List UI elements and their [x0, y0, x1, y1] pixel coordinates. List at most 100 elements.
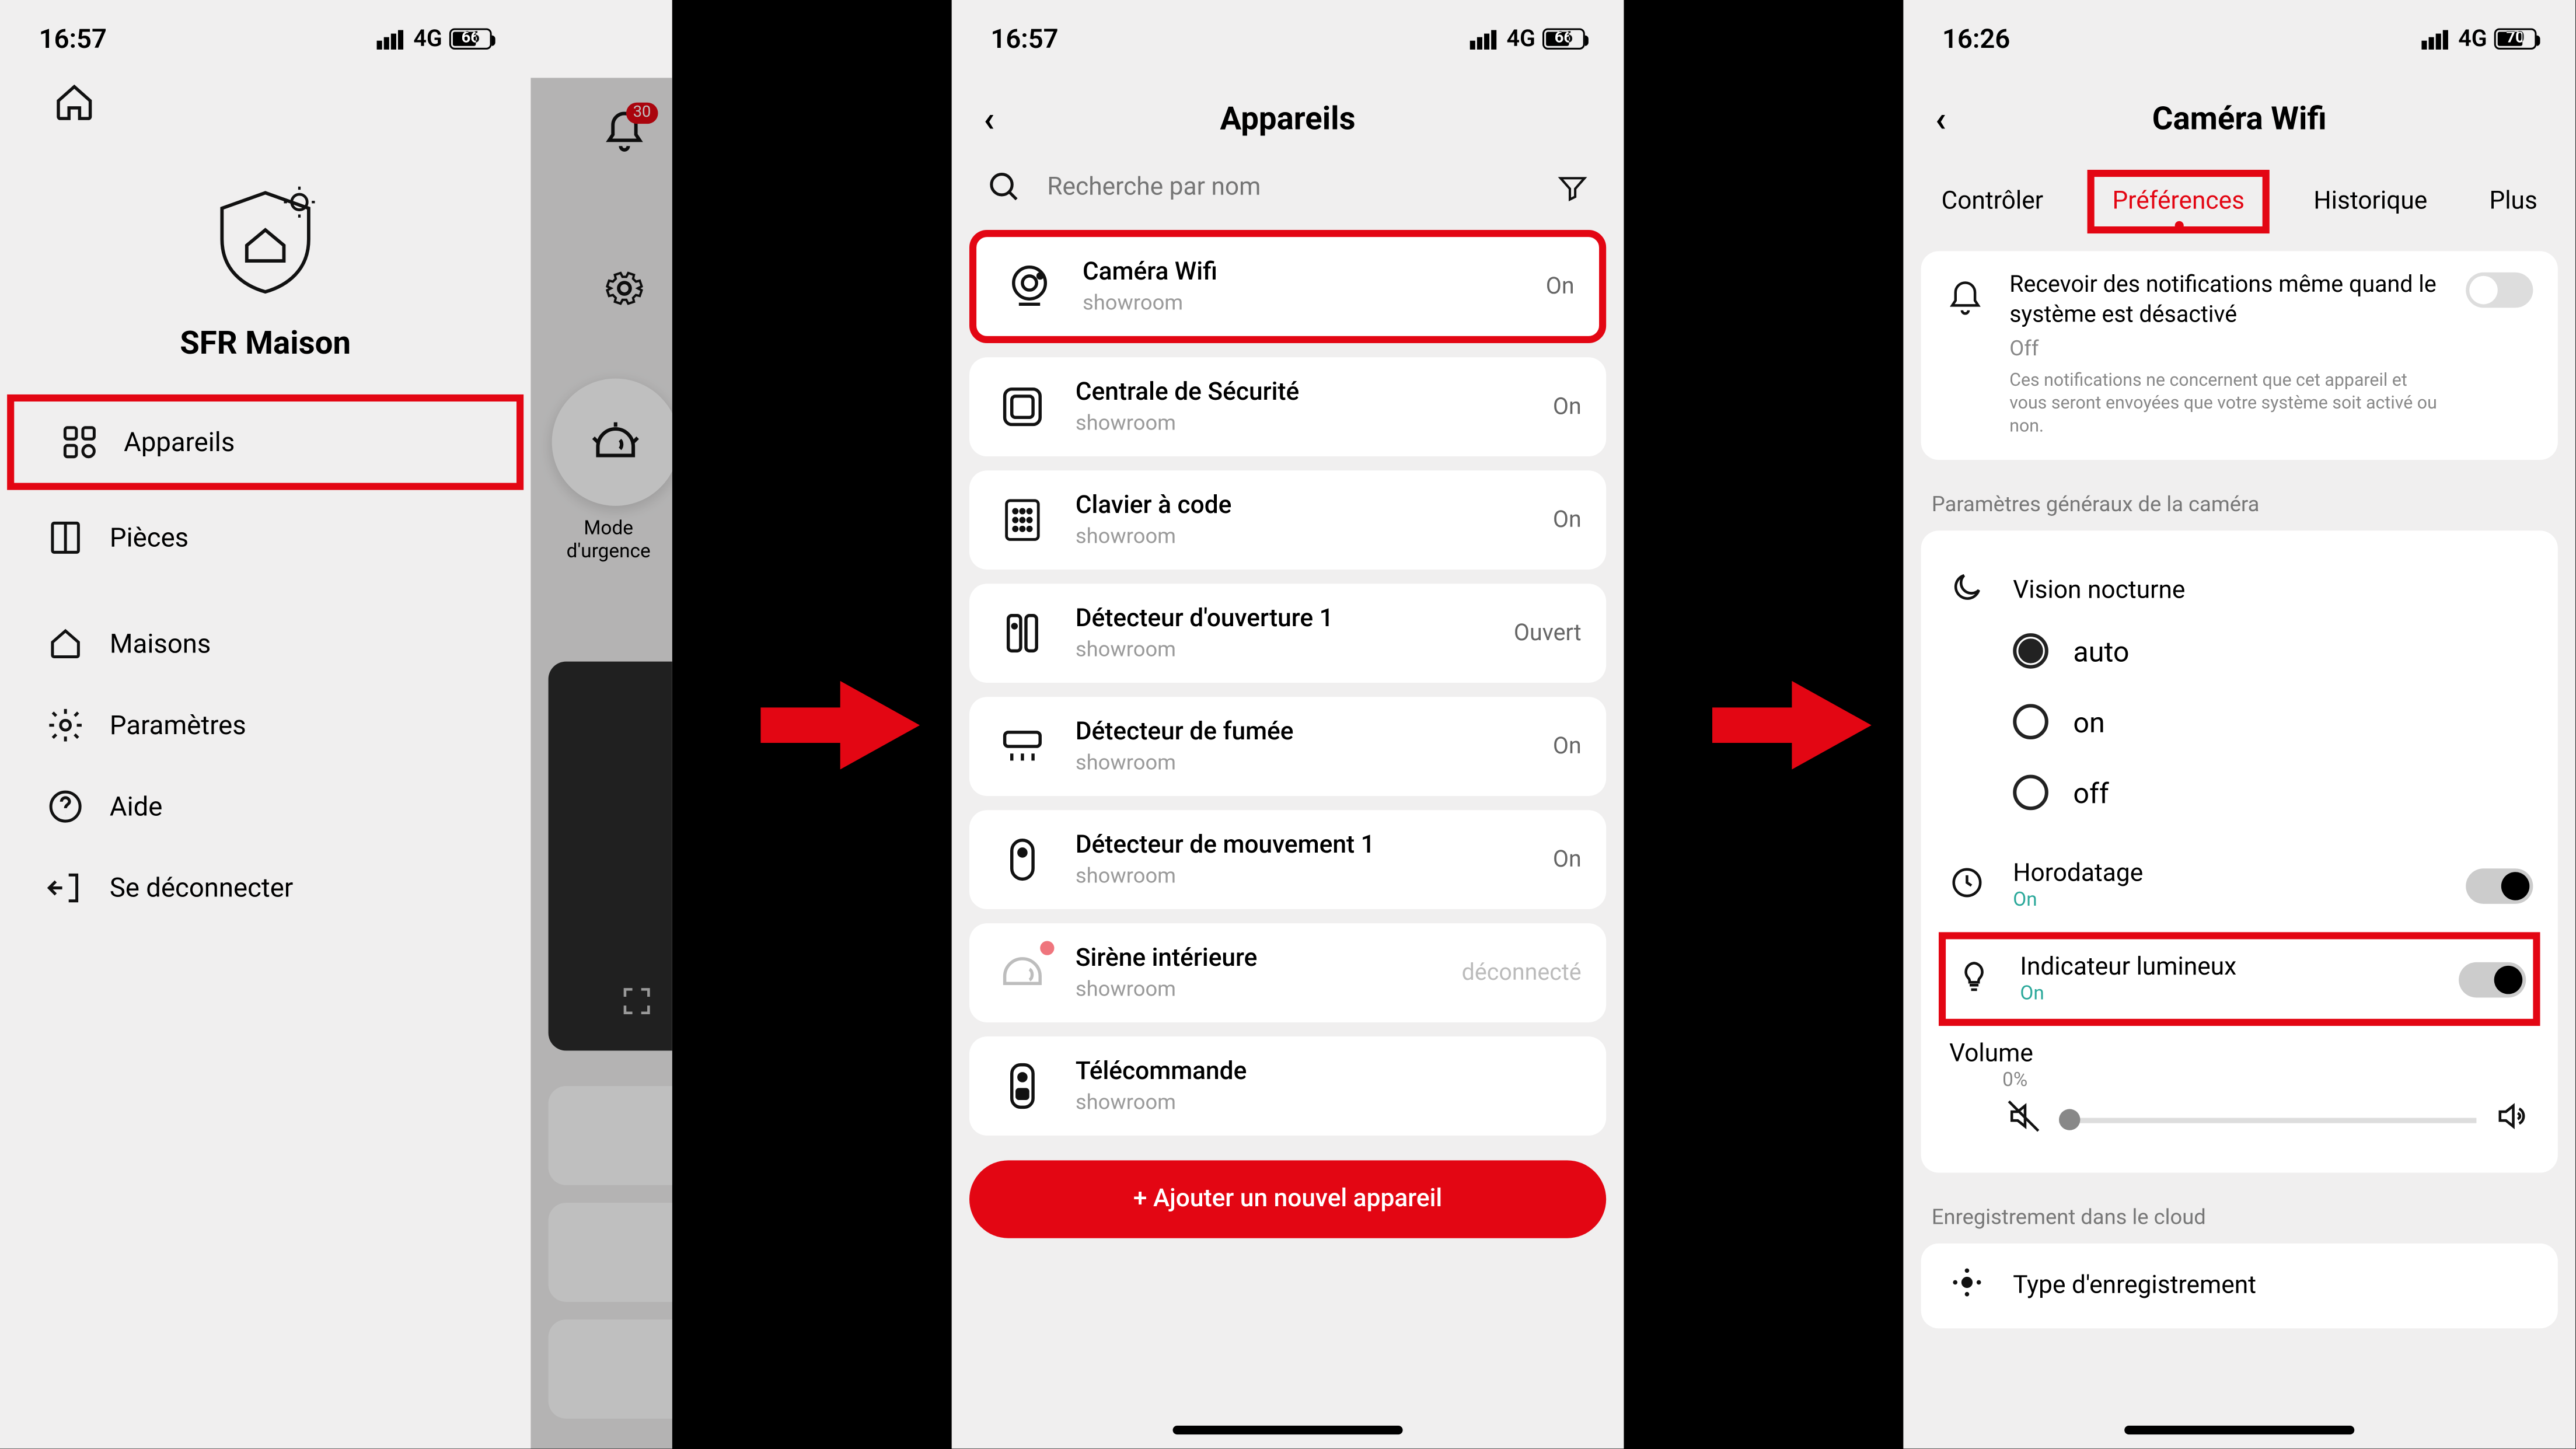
nav-pieces[interactable]: Pièces — [0, 497, 530, 578]
status-network: 4G — [413, 26, 442, 52]
device-keypad[interactable]: Clavier à codeshowroom On — [969, 470, 1606, 570]
settings-icon[interactable] — [602, 266, 648, 319]
device-status: On — [1553, 846, 1582, 872]
device-status: On — [1553, 733, 1582, 759]
nav-appareils[interactable]: Appareils — [7, 394, 523, 490]
keypad-icon — [994, 492, 1050, 549]
status-network: 4G — [1507, 26, 1535, 52]
bell-icon — [1946, 273, 1985, 326]
nav-aide[interactable]: Aide — [0, 766, 530, 847]
night-on-radio[interactable]: on — [1946, 687, 2533, 757]
device-room: showroom — [1076, 976, 1437, 1001]
device-room: showroom — [1076, 750, 1528, 774]
flow-arrow-icon — [1712, 672, 1872, 778]
home-icon[interactable] — [53, 81, 530, 131]
nav-appareils-label: Appareils — [124, 426, 235, 458]
night-off-label: off — [2073, 776, 2109, 810]
night-auto-label: auto — [2073, 635, 2129, 669]
night-vision-title: Vision nocturne — [2013, 577, 2533, 605]
door-sensor-icon — [994, 605, 1050, 662]
device-room: showroom — [1076, 863, 1528, 888]
nav-parametres[interactable]: Paramètres — [0, 685, 530, 766]
device-status: On — [1553, 393, 1582, 420]
home-indicator[interactable] — [1173, 1426, 1403, 1434]
list-row[interactable]: › — [549, 1319, 672, 1419]
tab-historique[interactable]: Historique — [2296, 177, 2445, 226]
device-centrale[interactable]: Centrale de Sécuritéshowroom On — [969, 357, 1606, 456]
brand-title: SFR Maison — [0, 326, 530, 363]
moon-icon — [1946, 570, 1988, 613]
tab-preferences[interactable]: Préférences — [2088, 170, 2269, 233]
timestamp-state: On — [2013, 889, 2441, 912]
phone-menu: 16:57 4G 66 SFR Maison Appareils — [0, 0, 672, 1448]
filter-icon[interactable] — [1556, 172, 1589, 204]
device-status: On — [1546, 273, 1575, 299]
home-indicator[interactable] — [2124, 1426, 2354, 1434]
device-remote[interactable]: Télécommandeshowroom — [969, 1036, 1606, 1136]
volume-value: 0% — [1949, 1069, 2533, 1092]
device-name: Détecteur de mouvement 1 — [1076, 832, 1528, 860]
device-motion[interactable]: Détecteur de mouvement 1 showroom On — [969, 810, 1606, 909]
device-name: Centrale de Sécurité — [1076, 379, 1528, 407]
device-smoke[interactable]: Détecteur de fuméeshowroom On — [969, 697, 1606, 796]
search-input[interactable] — [1047, 173, 1531, 201]
device-status: déconnecté — [1462, 959, 1582, 986]
nav-aide-label: Aide — [110, 791, 163, 823]
device-room: showroom — [1083, 290, 1521, 315]
night-on-label: on — [2073, 706, 2104, 739]
camera-preview-card[interactable] — [549, 662, 672, 1051]
list-row[interactable]: › — [549, 1203, 672, 1302]
camera-icon — [1001, 259, 1058, 315]
notif-desc: Ces notifications ne concernent que cet … — [2009, 371, 2441, 439]
led-row: Indicateur lumineux On — [1939, 933, 2540, 1026]
nav-logout[interactable]: Se déconnecter — [0, 847, 530, 928]
notifications-icon[interactable]: 30 — [602, 110, 648, 163]
cloud-card[interactable]: Type d'enregistrement — [1921, 1244, 2558, 1329]
flow-arrow-icon — [760, 672, 920, 778]
device-name: Détecteur d'ouverture 1 — [1076, 605, 1489, 633]
expand-icon[interactable] — [619, 983, 655, 1026]
notif-state: Off — [2009, 336, 2441, 363]
brand-logo — [0, 180, 530, 311]
signal-icon — [2421, 29, 2448, 48]
device-name: Clavier à code — [1076, 492, 1528, 520]
volume-slider[interactable] — [2059, 1118, 2476, 1123]
device-door-sensor[interactable]: Détecteur d'ouverture 1showroom Ouvert — [969, 584, 1606, 683]
tab-plus[interactable]: Plus — [2472, 177, 2555, 226]
status-time: 16:26 — [1942, 23, 2010, 55]
emergency-label: Mode d'urgence — [545, 516, 672, 563]
back-button[interactable]: ‹ — [983, 97, 994, 140]
night-auto-radio[interactable]: auto — [1946, 616, 2533, 687]
emergency-button[interactable] — [552, 379, 672, 506]
battery-icon: 70 — [2494, 28, 2537, 49]
back-button[interactable]: ‹ — [1935, 97, 1946, 140]
speaker-icon[interactable] — [2494, 1099, 2530, 1141]
section-camera-settings: Paramètres généraux de la caméra — [1932, 493, 2547, 517]
volume-title: Volume — [1949, 1041, 2533, 1069]
camera-settings-card: Vision nocturne auto on off Horodatage O… — [1921, 531, 2558, 1173]
nav-maisons[interactable]: Maisons — [0, 603, 530, 685]
status-time: 16:57 — [990, 23, 1058, 55]
search-icon[interactable] — [987, 170, 1022, 205]
device-name: Télécommande — [1076, 1058, 1556, 1086]
led-state: On — [2020, 982, 2434, 1005]
led-toggle[interactable] — [2459, 962, 2526, 997]
device-siren[interactable]: Sirène intérieureshowroom déconnecté — [969, 923, 1606, 1022]
bulb-icon — [1953, 958, 1995, 1001]
notif-toggle[interactable] — [2466, 273, 2533, 308]
status-bar: 16:57 4G 66 — [952, 0, 1624, 78]
add-device-button[interactable]: + Ajouter un nouvel appareil — [969, 1160, 1606, 1238]
night-off-radio[interactable]: off — [1946, 757, 2533, 828]
battery-icon: 66 — [1542, 28, 1585, 49]
clock-icon — [1946, 865, 1988, 907]
remote-icon — [994, 1058, 1050, 1115]
device-camera-wifi[interactable]: Caméra Wifi showroom On — [969, 230, 1606, 343]
led-title: Indicateur lumineux — [2020, 954, 2434, 982]
active-dot-icon — [2174, 221, 2183, 230]
tab-controler[interactable]: Contrôler — [1924, 177, 2061, 226]
timestamp-toggle[interactable] — [2466, 868, 2533, 904]
mute-icon[interactable] — [2006, 1099, 2041, 1141]
status-time: 16:57 — [39, 23, 107, 55]
list-row[interactable]: › — [549, 1086, 672, 1185]
device-name: Caméra Wifi — [1083, 259, 1521, 287]
